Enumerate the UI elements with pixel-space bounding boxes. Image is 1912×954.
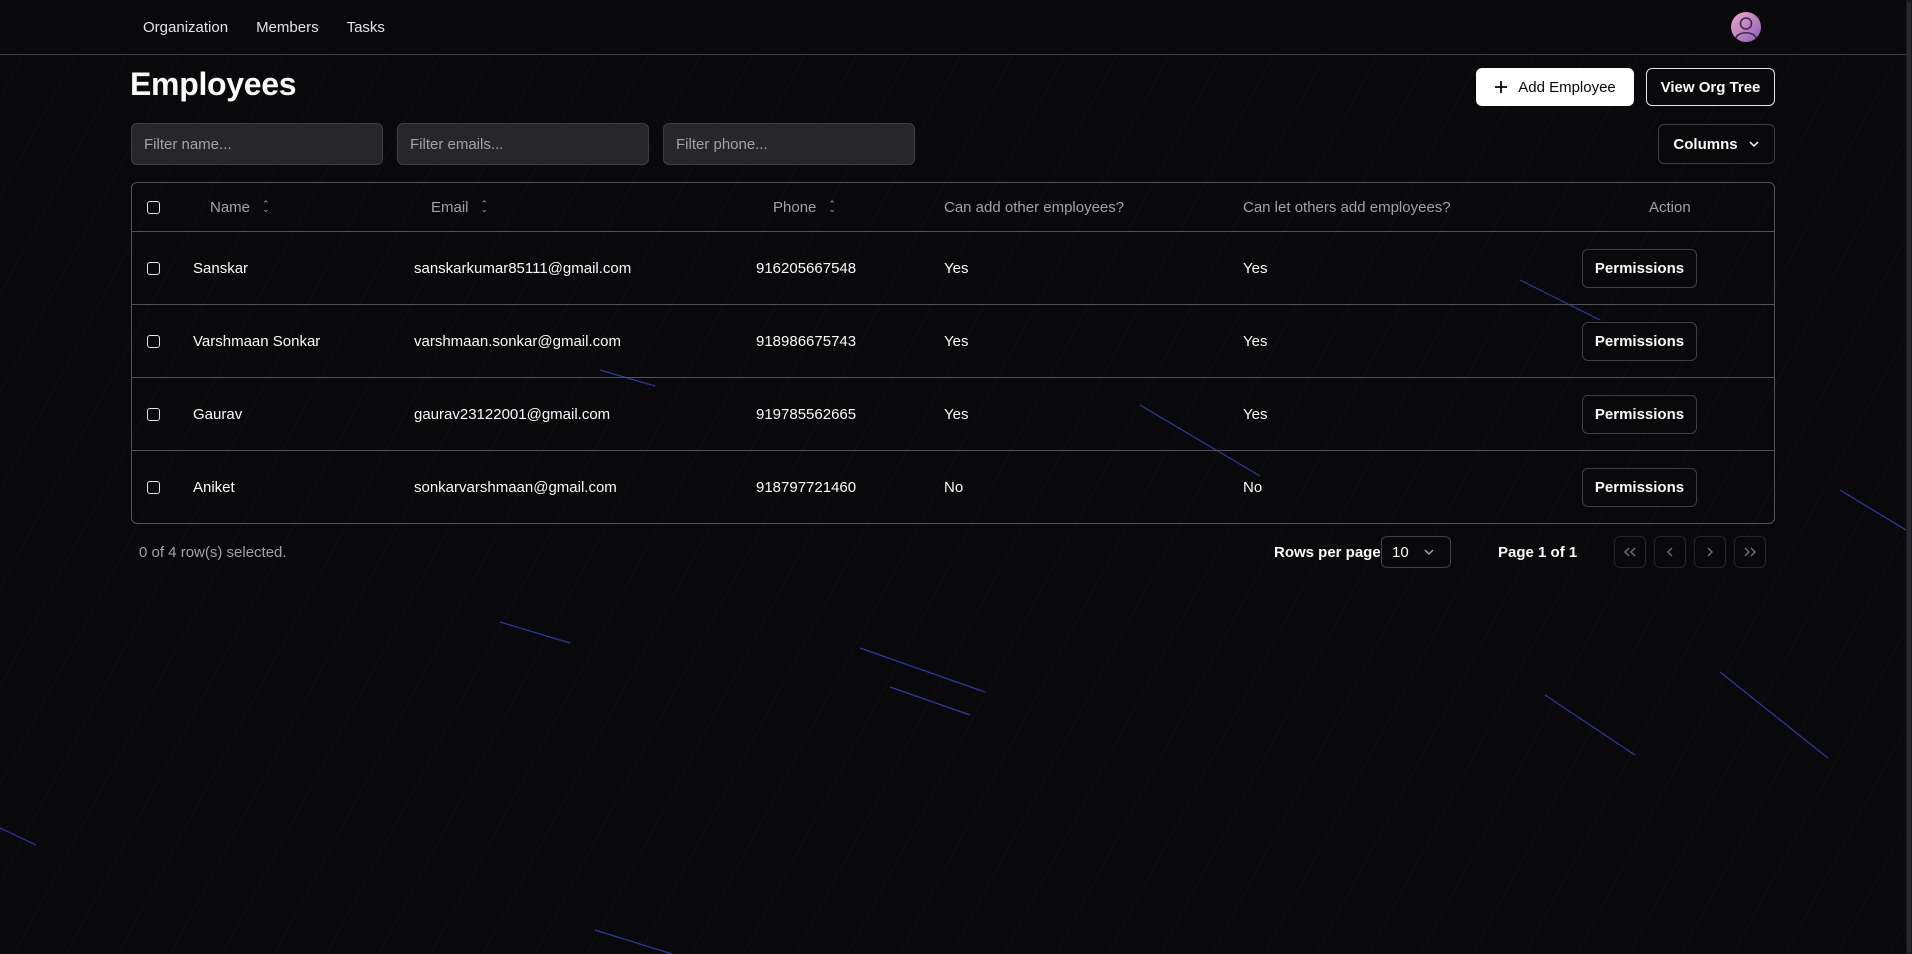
sort-arrows-icon: ⌃ ⌄ (828, 199, 836, 214)
nav-link-members[interactable]: Members (256, 19, 319, 36)
cell-email: sonkarvarshmaan@gmail.com (414, 478, 617, 496)
next-page-button[interactable] (1694, 536, 1726, 568)
table-row: Gaurav gaurav23122001@gmail.com 91978556… (132, 378, 1774, 451)
filter-name-input[interactable] (131, 123, 383, 165)
cell-phone: 918797721460 (756, 478, 857, 496)
rows-per-page-label: Rows per page (1274, 544, 1381, 561)
rows-per-page-select[interactable]: 10 (1381, 536, 1451, 568)
chevron-down-icon (1424, 549, 1434, 556)
permissions-button[interactable]: Permissions (1582, 394, 1697, 434)
permissions-button[interactable]: Permissions (1582, 467, 1697, 507)
cell-name: Gaurav (193, 405, 243, 423)
cell-email: sanskarkumar85111@gmail.com (414, 259, 632, 277)
filter-email-input[interactable] (397, 123, 649, 165)
table-row: Varshmaan Sonkar varshmaan.sonkar@gmail.… (132, 305, 1774, 378)
user-avatar-icon (1735, 17, 1757, 39)
page-title: Employees (130, 66, 297, 102)
main-content: Employees Add Employee View Org Tree Col… (0, 55, 1906, 954)
cell-can-add: Yes (944, 259, 969, 277)
chevrons-right-icon (1744, 547, 1756, 557)
table-row: Aniket sonkarvarshmaan@gmail.com 9187977… (132, 451, 1774, 523)
nav-link-organization[interactable]: Organization (143, 19, 228, 36)
columns-label: Columns (1673, 135, 1738, 153)
employees-table: Name ⌃ ⌄ Email ⌃ ⌄ Phone ⌃ ⌄ Can add other … (131, 182, 1775, 524)
cell-name: Aniket (193, 478, 235, 496)
header-email[interactable]: Email ⌃ ⌄ (431, 183, 488, 231)
chevron-down-icon (1749, 141, 1759, 148)
filter-phone-input[interactable] (663, 123, 915, 165)
chevron-right-icon (1707, 547, 1713, 557)
row-checkbox[interactable] (147, 480, 160, 494)
header-phone[interactable]: Phone ⌃ ⌄ (773, 183, 836, 231)
cell-can-let: Yes (1243, 405, 1268, 423)
scrollbar-thumb[interactable] (1907, 2, 1911, 952)
cell-phone: 918986675743 (756, 332, 857, 350)
add-employee-button[interactable]: Add Employee (1476, 68, 1634, 106)
cell-name: Sanskar (193, 259, 249, 277)
row-checkbox[interactable] (147, 407, 160, 421)
header-email-label: Email (431, 198, 469, 216)
permissions-button[interactable]: Permissions (1582, 248, 1697, 288)
cell-email: varshmaan.sonkar@gmail.com (414, 332, 621, 350)
cell-can-let: No (1243, 478, 1263, 496)
cell-phone: 919785562665 (756, 405, 857, 423)
view-org-tree-button[interactable]: View Org Tree (1646, 68, 1775, 106)
sort-email-button[interactable]: Email ⌃ ⌄ (431, 199, 488, 216)
top-navbar: Organization Members Tasks (0, 0, 1906, 55)
cell-phone: 916205667548 (756, 259, 857, 277)
cell-can-let: Yes (1243, 332, 1268, 350)
cell-can-let: Yes (1243, 259, 1268, 277)
cell-can-add: No (944, 478, 964, 496)
last-page-button[interactable] (1734, 536, 1766, 568)
selection-count: 0 of 4 row(s) selected. (139, 544, 287, 561)
row-checkbox[interactable] (147, 334, 160, 348)
sort-arrows-icon: ⌃ ⌄ (480, 199, 489, 214)
header-phone-label: Phone (773, 198, 817, 216)
header-name-label: Name (210, 198, 251, 216)
first-page-button[interactable] (1614, 536, 1646, 568)
header-can-let: Can let others add employees? (1243, 198, 1451, 216)
table-header-row: Name ⌃ ⌄ Email ⌃ ⌄ Phone ⌃ ⌄ Can add other … (132, 183, 1774, 232)
cell-name: Varshmaan Sonkar (193, 332, 321, 350)
nav-link-tasks[interactable]: Tasks (347, 19, 385, 36)
row-checkbox[interactable] (147, 261, 160, 275)
columns-dropdown-button[interactable]: Columns (1658, 124, 1775, 164)
sort-phone-button[interactable]: Phone ⌃ ⌄ (773, 199, 836, 216)
chevrons-left-icon (1624, 547, 1636, 557)
table-row: Sanskar sanskarkumar85111@gmail.com 9162… (132, 232, 1774, 305)
add-employee-label: Add Employee (1518, 78, 1616, 96)
cell-can-add: Yes (944, 332, 969, 350)
plus-icon (1495, 81, 1508, 93)
page-indicator: Page 1 of 1 (1498, 544, 1578, 561)
permissions-button[interactable]: Permissions (1582, 321, 1697, 361)
chevron-left-icon (1667, 547, 1673, 557)
cell-can-add: Yes (944, 405, 969, 423)
primary-nav: Organization Members Tasks (143, 0, 385, 54)
header-action: Action (1649, 198, 1691, 216)
header-checkbox-cell (147, 183, 160, 231)
sort-arrows-icon: ⌃ ⌄ (262, 199, 270, 214)
previous-page-button[interactable] (1654, 536, 1686, 568)
rows-per-page-value: 10 (1392, 543, 1409, 561)
select-all-checkbox[interactable] (147, 200, 160, 214)
cell-email: gaurav23122001@gmail.com (414, 405, 611, 423)
header-name[interactable]: Name ⌃ ⌄ (210, 183, 270, 231)
header-can-add: Can add other employees? (944, 198, 1125, 216)
sort-name-button[interactable]: Name ⌃ ⌄ (210, 199, 270, 216)
page-scrollbar[interactable] (1906, 0, 1912, 954)
user-avatar[interactable] (1731, 12, 1761, 42)
